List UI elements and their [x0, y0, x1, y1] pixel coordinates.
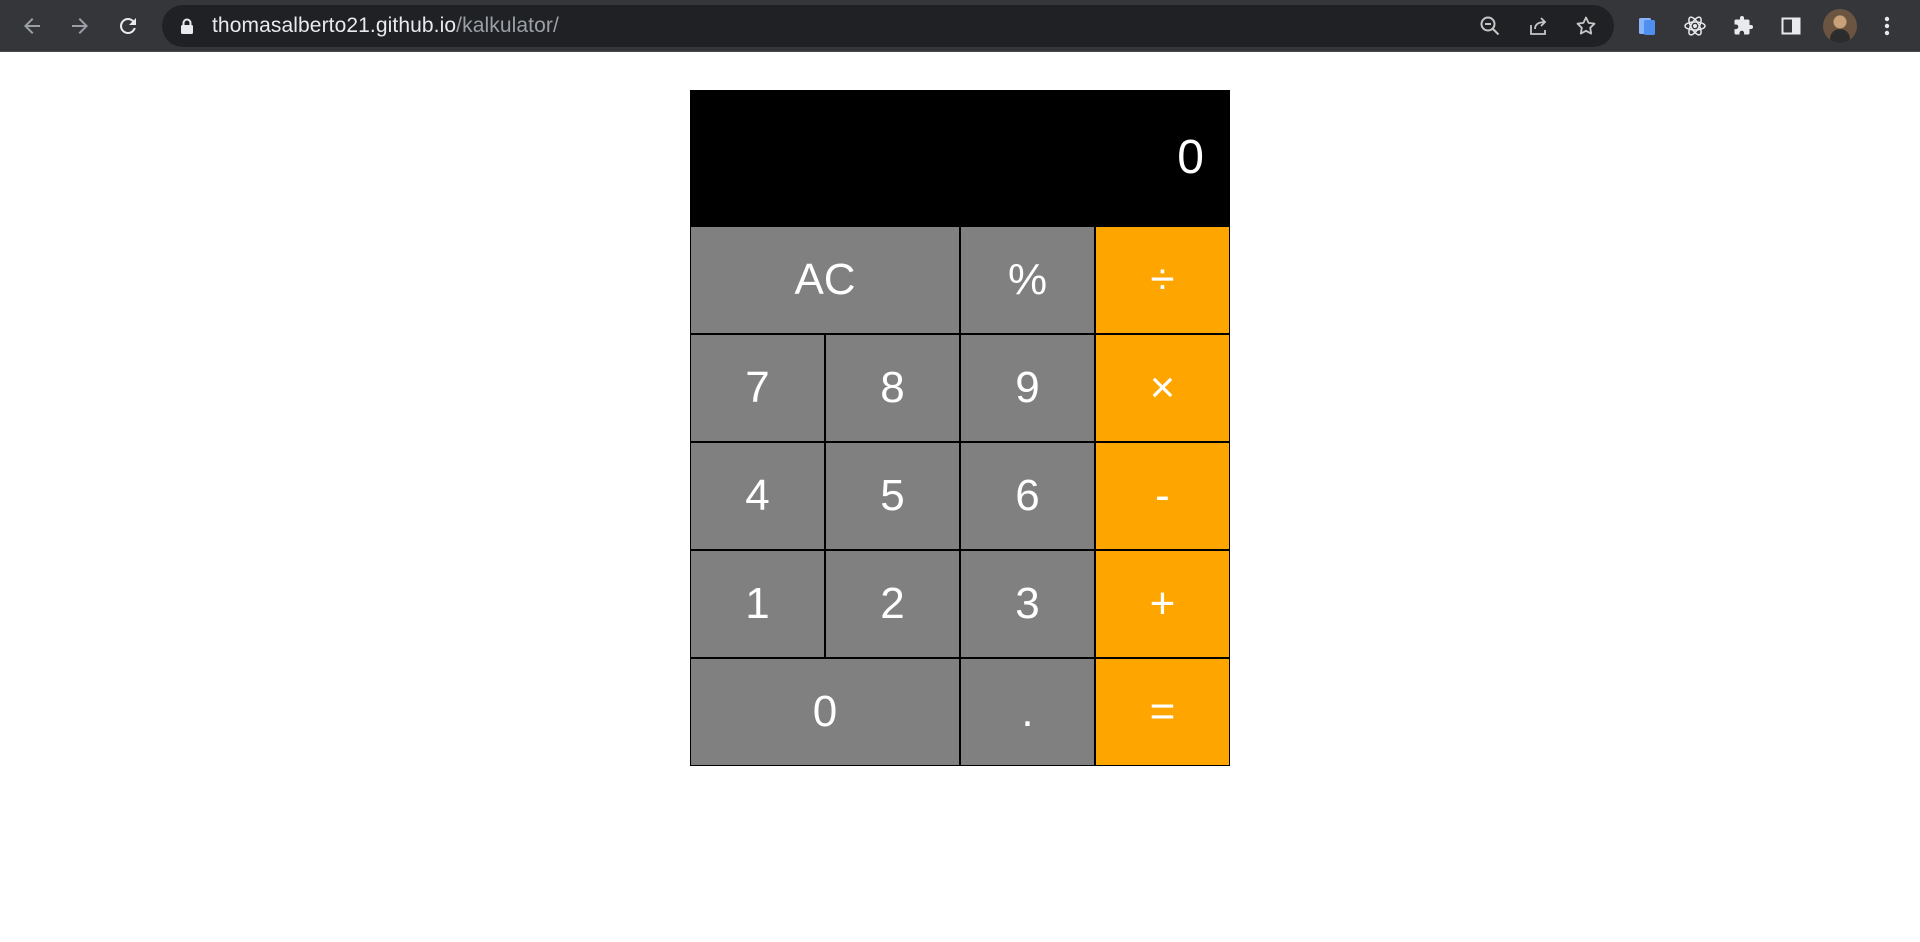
reload-icon [120, 18, 136, 34]
bookmark-button[interactable] [1572, 12, 1600, 40]
digit-8-button[interactable]: 8 [825, 334, 960, 442]
digit-3-button[interactable]: 3 [960, 550, 1095, 658]
subtract-button[interactable]: - [1095, 442, 1230, 550]
digit-7-button[interactable]: 7 [690, 334, 825, 442]
divide-button[interactable]: ÷ [1095, 226, 1230, 334]
react-devtools-icon [1684, 16, 1706, 36]
react-devtools-button[interactable] [1679, 10, 1711, 42]
clear-button[interactable]: AC [690, 226, 960, 334]
menu-button[interactable] [1871, 10, 1903, 42]
calculator: 0 AC % ÷ 7 8 9 × 4 5 6 - 1 2 3 + 0 . = [690, 90, 1230, 766]
url-path: /kalkulator/ [456, 14, 559, 37]
digit-6-button[interactable]: 6 [960, 442, 1095, 550]
extension-file-icon [1639, 18, 1655, 35]
digit-0-button[interactable]: 0 [690, 658, 960, 766]
digit-9-button[interactable]: 9 [960, 334, 1095, 442]
url-host: thomasalberto21.github.io [212, 14, 457, 37]
calculator-display: 0 [690, 90, 1230, 226]
decimal-button[interactable]: . [960, 658, 1095, 766]
avatar[interactable] [1823, 9, 1857, 43]
reload-button[interactable] [110, 8, 146, 44]
equals-button[interactable]: = [1095, 658, 1230, 766]
zoom-button[interactable] [1476, 12, 1504, 40]
digit-2-button[interactable]: 2 [825, 550, 960, 658]
bookmark-star-icon [1576, 16, 1596, 35]
multiply-button[interactable]: × [1095, 334, 1230, 442]
back-arrow-icon [24, 18, 40, 34]
side-panel-icon [1781, 17, 1801, 35]
back-button[interactable] [14, 8, 50, 44]
extensions-button[interactable] [1727, 10, 1759, 42]
digit-4-button[interactable]: 4 [690, 442, 825, 550]
digit-1-button[interactable]: 1 [690, 550, 825, 658]
forward-arrow-icon [72, 18, 88, 34]
share-button[interactable] [1524, 12, 1552, 40]
menu-kebab-icon [1884, 16, 1890, 36]
zoom-out-icon [1480, 16, 1500, 36]
lock-icon [181, 18, 193, 34]
share-icon [1530, 17, 1547, 35]
side-panel-button[interactable] [1775, 10, 1807, 42]
url-text: thomasalberto21.github.io/kalkulator/ [212, 5, 559, 47]
forward-button[interactable] [62, 8, 98, 44]
extensions-puzzle-icon [1734, 16, 1753, 35]
address-bar[interactable]: thomasalberto21.github.io/kalkulator/ [162, 5, 1614, 47]
browser-toolbar: thomasalberto21.github.io/kalkulator/ [0, 0, 1920, 52]
extension-file-button[interactable] [1631, 10, 1663, 42]
percent-button[interactable]: % [960, 226, 1095, 334]
digit-5-button[interactable]: 5 [825, 442, 960, 550]
add-button[interactable]: + [1095, 550, 1230, 658]
